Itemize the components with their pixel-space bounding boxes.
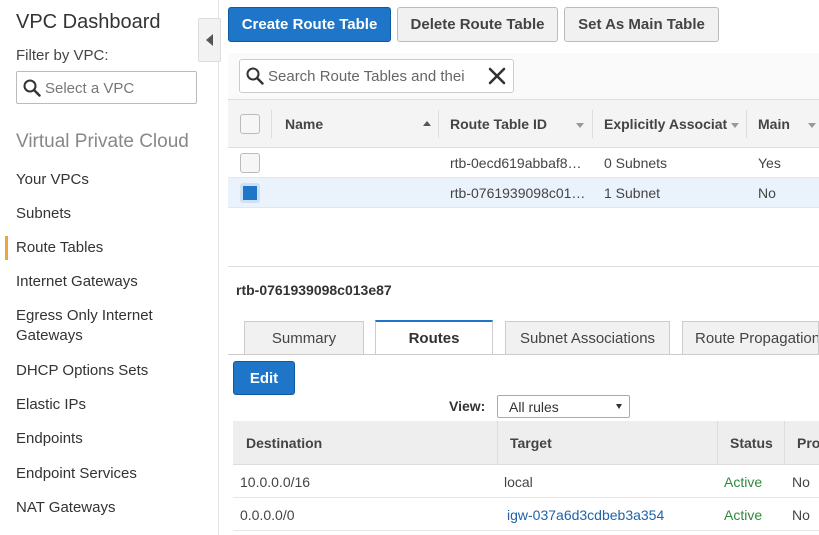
sidebar-item-endpoints[interactable]: Endpoints (16, 429, 196, 449)
row-associations: 1 Subnet (604, 185, 661, 201)
vpc-filter-select[interactable]: Select a VPC (16, 71, 197, 104)
route-status: Active (724, 474, 763, 490)
column-header-main[interactable]: Main (758, 116, 790, 132)
view-select-value: All rules (509, 399, 559, 415)
sidebar-item-elastic-ips[interactable]: Elastic IPs (16, 395, 196, 415)
split-divider[interactable] (228, 266, 819, 267)
route-propagated: No (792, 507, 810, 523)
search-icon (23, 79, 41, 97)
tab-route-propagation[interactable]: Route Propagation (682, 321, 819, 355)
tab-summary[interactable]: Summary (244, 321, 364, 355)
create-route-table-button[interactable]: Create Route Table (228, 7, 391, 42)
chevron-left-icon (206, 34, 213, 46)
vpc-filter-placeholder: Select a VPC (45, 80, 135, 97)
dropdown-arrow-icon (616, 404, 622, 409)
column-header-name[interactable]: Name (285, 116, 323, 132)
row-main: No (758, 185, 776, 201)
column-separator (438, 110, 439, 138)
column-separator (717, 421, 718, 465)
column-header-target: Target (510, 435, 552, 451)
search-input[interactable]: Search Route Tables and thei (239, 59, 514, 93)
search-icon (246, 67, 264, 85)
route-status: Active (724, 507, 763, 523)
sidebar-item-endpoint-services[interactable]: Endpoint Services (16, 464, 196, 484)
column-header-destination: Destination (246, 435, 323, 451)
active-nav-indicator (5, 236, 8, 260)
search-placeholder: Search Route Tables and thei (268, 68, 465, 85)
clear-search-icon[interactable] (487, 66, 507, 86)
column-separator (784, 421, 785, 465)
row-route-table-id: rtb-0ecd619abbaf8… (450, 155, 582, 171)
column-separator (592, 110, 593, 138)
sort-icon[interactable] (731, 123, 739, 128)
tab-routes[interactable]: Routes (375, 320, 493, 355)
section-title: Virtual Private Cloud (16, 131, 189, 152)
sort-icon[interactable] (808, 123, 816, 128)
column-header-status: Status (730, 435, 773, 451)
route-target-link[interactable]: igw-037a6d3cdbeb3a354 (507, 507, 664, 523)
route-tables-header: Name Route Table ID Explicitly Associat … (228, 100, 819, 148)
table-row-selected[interactable]: rtb-0761939098c01… 1 Subnet No (228, 178, 819, 208)
column-separator (746, 110, 747, 138)
route-row: 10.0.0.0/16 local Active No (233, 465, 819, 498)
view-label: View: (449, 398, 486, 414)
edit-button[interactable]: Edit (233, 361, 295, 395)
sidebar-item-egress-only-internet-gateways[interactable]: Egress Only Internet Gateways (16, 306, 196, 346)
sidebar-item-your-vpcs[interactable]: Your VPCs (16, 170, 196, 190)
sidebar-item-subnets[interactable]: Subnets (16, 204, 196, 224)
route-destination: 10.0.0.0/16 (240, 474, 311, 490)
column-separator (497, 421, 498, 465)
select-all-checkbox[interactable] (240, 114, 260, 134)
sidebar-item-nat-gateways[interactable]: NAT Gateways (16, 498, 196, 518)
sidebar-title[interactable]: VPC Dashboard (16, 11, 161, 34)
view-select[interactable]: All rules (497, 395, 630, 418)
sort-icon[interactable] (576, 123, 584, 128)
column-header-route-table-id[interactable]: Route Table ID (450, 116, 547, 132)
sort-asc-icon[interactable] (423, 121, 431, 126)
row-main: Yes (758, 155, 781, 171)
route-row: 0.0.0.0/0 igw-037a6d3cdbeb3a354 Active N… (233, 498, 819, 531)
route-propagated: No (792, 474, 810, 490)
route-target: local (504, 474, 533, 490)
column-separator (271, 110, 272, 138)
table-row[interactable]: rtb-0ecd619abbaf8… 0 Subnets Yes (228, 148, 819, 178)
sidebar-item-internet-gateways[interactable]: Internet Gateways (16, 272, 196, 292)
sidebar-item-route-tables[interactable]: Route Tables (16, 238, 196, 258)
column-header-explicitly-associated[interactable]: Explicitly Associat (604, 116, 730, 132)
row-associations: 0 Subnets (604, 155, 668, 171)
route-destination: 0.0.0.0/0 (240, 507, 295, 523)
detail-title: rtb-0761939098c013e87 (236, 282, 392, 298)
sidebar: VPC Dashboard Filter by VPC: Select a VP… (0, 0, 219, 535)
set-main-table-button[interactable]: Set As Main Table (564, 7, 719, 42)
column-header-propagated: Pro (797, 435, 819, 451)
sidebar-item-dhcp-options-sets[interactable]: DHCP Options Sets (16, 361, 196, 381)
routes-header: Destination Target Status Pro (233, 421, 819, 465)
filter-label: Filter by VPC: (16, 47, 109, 64)
row-route-table-id: rtb-0761939098c01… (450, 185, 586, 201)
delete-route-table-button[interactable]: Delete Route Table (397, 7, 558, 42)
row-checkbox-checked[interactable] (240, 183, 260, 203)
tab-underline (228, 354, 819, 355)
row-checkbox[interactable] (240, 153, 260, 173)
tab-subnet-associations[interactable]: Subnet Associations (505, 321, 670, 355)
collapse-sidebar-button[interactable] (198, 18, 221, 62)
